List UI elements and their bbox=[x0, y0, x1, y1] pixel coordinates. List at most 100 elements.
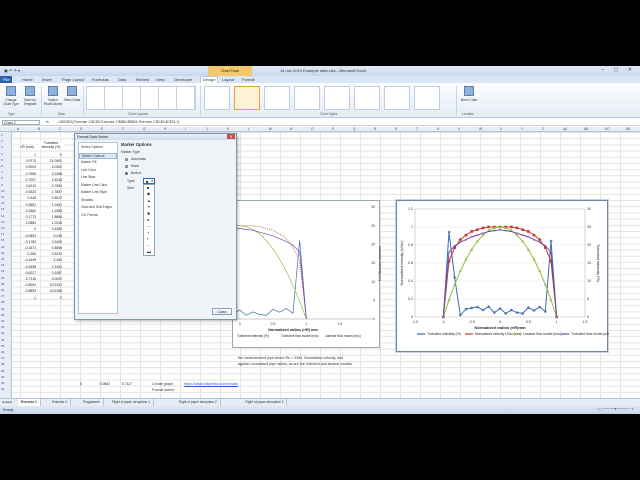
name-box[interactable]: Chart 2 bbox=[2, 120, 40, 125]
cell-r[interactable]: -0.356 bbox=[14, 252, 36, 256]
tab-view[interactable]: View bbox=[156, 77, 165, 82]
row-header[interactable]: 20 bbox=[1, 251, 4, 255]
chart-style-7[interactable] bbox=[384, 86, 410, 110]
marker-type-list[interactable]: ■ ◆ ▲ ✕ ✱ ● — + ▪ ▫ ▬ bbox=[143, 184, 155, 256]
column-header[interactable]: G bbox=[143, 127, 145, 131]
chart-right[interactable]: 0 0.2 0.4 0.6 0.8 1 1.2 0 5 10 15 20 25 30 -1.5 -1 -0.5 0… bbox=[396, 200, 611, 352]
column-header[interactable]: Q bbox=[353, 127, 355, 131]
chart-style-5[interactable] bbox=[324, 86, 350, 110]
tab-design[interactable]: Design bbox=[200, 76, 219, 83]
cell-intensity[interactable]: 0.8656 bbox=[38, 246, 62, 250]
row-header[interactable]: 41 bbox=[1, 381, 4, 385]
dialog-category-item[interactable]: Shadow bbox=[81, 198, 93, 202]
cell-r[interactable]: 0.6210 bbox=[14, 184, 36, 188]
tab-page-layout[interactable]: Page Layout bbox=[62, 77, 84, 82]
tab-format[interactable]: Format bbox=[242, 77, 255, 82]
cell-r[interactable]: 0.7007 bbox=[14, 178, 36, 182]
row-header[interactable]: 14 bbox=[1, 214, 4, 218]
cell-intensity[interactable]: 0.1087 bbox=[38, 271, 62, 275]
chart-style-8[interactable] bbox=[414, 86, 440, 110]
row-header[interactable]: 12 bbox=[1, 201, 4, 205]
cell-intensity[interactable]: 23.6158 bbox=[38, 289, 62, 293]
cell-intensity[interactable]: 5.0302 bbox=[38, 165, 62, 169]
cell-intensity[interactable]: 2.454 bbox=[38, 258, 63, 262]
series-line[interactable] bbox=[172, 225, 307, 320]
dialog-category-item[interactable]: Marker Line Color bbox=[81, 183, 107, 187]
marker-option[interactable]: ◆ bbox=[147, 192, 150, 196]
cell-r[interactable]: -0.6227 bbox=[14, 271, 37, 275]
cell-r[interactable]: -0.8004 bbox=[14, 283, 37, 287]
row-header[interactable]: 32 bbox=[1, 325, 4, 329]
marker-option[interactable]: ✕ bbox=[147, 205, 150, 209]
chart-style-1[interactable] bbox=[204, 86, 230, 110]
row-header[interactable]: 17 bbox=[1, 232, 4, 236]
column-header[interactable]: B bbox=[38, 127, 40, 131]
sheet-tab[interactable]: Programme bbox=[80, 399, 104, 406]
tab-home[interactable]: Home bbox=[22, 77, 33, 82]
row-header[interactable]: 26 bbox=[1, 288, 4, 292]
cell-r[interactable]: -0.8893 bbox=[14, 289, 37, 293]
radio-built-in[interactable] bbox=[125, 172, 128, 175]
sheet-tab[interactable]: Flight of paper aeroplane 2 bbox=[176, 399, 221, 406]
radio-automatic[interactable] bbox=[125, 158, 128, 161]
row-header[interactable]: 23 bbox=[1, 269, 4, 273]
chart-layouts-gallery[interactable] bbox=[86, 86, 196, 110]
row-header[interactable]: 13 bbox=[1, 207, 4, 211]
cell-r[interactable]: -0.4449 bbox=[14, 258, 37, 262]
cell-r[interactable]: 0.448 bbox=[14, 196, 37, 200]
row-header[interactable]: 39 bbox=[1, 369, 4, 373]
marker-option[interactable]: + bbox=[147, 230, 149, 235]
cell-intensity[interactable]: 1.5318 bbox=[38, 178, 62, 182]
tab-insert[interactable]: Insert bbox=[42, 77, 52, 82]
row-header[interactable]: 18 bbox=[1, 238, 4, 242]
cell-b28[interactable]: 0.0802 bbox=[92, 382, 110, 386]
select-data-button[interactable]: Select Data bbox=[63, 86, 81, 108]
column-header[interactable]: I bbox=[185, 127, 186, 131]
cell-intensity[interactable]: 2.1811 bbox=[38, 265, 62, 269]
cell-r[interactable]: -0.0893 bbox=[14, 234, 37, 238]
row-header[interactable]: 19 bbox=[1, 245, 4, 249]
chart-left[interactable]: 051015202530-0.500.511.5Normalized radiu… bbox=[172, 200, 382, 348]
chart-style-3[interactable] bbox=[264, 86, 290, 110]
cell-r[interactable]: 0.7956 bbox=[14, 172, 36, 176]
move-chart-button[interactable]: Move Chart bbox=[460, 86, 478, 108]
dialog-category-item[interactable]: Line Color bbox=[81, 168, 96, 172]
cell-intensity[interactable]: 21.0901 bbox=[38, 159, 62, 163]
dialog-category-item[interactable]: Glow and Soft Edges bbox=[81, 205, 112, 209]
cell-r[interactable]: 0.9004 bbox=[14, 165, 36, 169]
column-header[interactable]: P bbox=[332, 127, 334, 131]
row-header[interactable]: 2 bbox=[1, 139, 3, 143]
row-header[interactable]: 5 bbox=[1, 158, 3, 162]
column-header[interactable]: H bbox=[164, 127, 166, 131]
tab-review[interactable]: Review bbox=[136, 77, 149, 82]
series-line[interactable] bbox=[172, 228, 307, 320]
row-header[interactable]: 36 bbox=[1, 350, 4, 354]
tab-data[interactable]: Data bbox=[118, 77, 126, 82]
sheet-tab[interactable]: Exercise 1 bbox=[18, 399, 41, 406]
window-controls[interactable]: – ▢ ✕ bbox=[602, 67, 636, 73]
cell-intensity[interactable]: 0.0022 bbox=[38, 277, 62, 281]
sheet-tab[interactable]: Exercise 2 bbox=[49, 399, 71, 406]
row-header[interactable]: 28 bbox=[1, 300, 4, 304]
chart-style-4[interactable] bbox=[294, 86, 320, 110]
row-header[interactable]: 6 bbox=[1, 164, 3, 168]
dialog-category-item[interactable]: Marker Fill bbox=[81, 160, 96, 164]
cell-intensity[interactable]: 1.7897 bbox=[38, 190, 62, 194]
cell-r[interactable]: 0.1773 bbox=[14, 215, 36, 219]
quick-access-toolbar[interactable]: ▣ ↶ ↷ ▾ bbox=[4, 68, 20, 73]
column-header[interactable]: Z bbox=[542, 127, 544, 131]
cell-r[interactable]: 0.5323 bbox=[14, 190, 36, 194]
tab-formulas[interactable]: Formulas bbox=[92, 77, 109, 82]
column-header[interactable]: S bbox=[395, 127, 397, 131]
switch-row-column-button[interactable]: Switch Row/Column bbox=[44, 86, 62, 108]
dialog-close-button[interactable]: ✕ bbox=[227, 134, 235, 139]
column-header[interactable]: N bbox=[290, 127, 292, 131]
row-header[interactable]: 37 bbox=[1, 356, 4, 360]
cell-r[interactable]: 0 bbox=[14, 227, 36, 231]
tab-developer[interactable]: Developer bbox=[174, 77, 192, 82]
marker-option[interactable]: ■ bbox=[147, 186, 149, 190]
marker-option[interactable]: ▪ bbox=[147, 237, 148, 241]
cell-intensity[interactable]: 10.9131 bbox=[38, 283, 62, 287]
column-header[interactable]: D bbox=[80, 127, 82, 131]
row-header[interactable]: 16 bbox=[1, 226, 4, 230]
